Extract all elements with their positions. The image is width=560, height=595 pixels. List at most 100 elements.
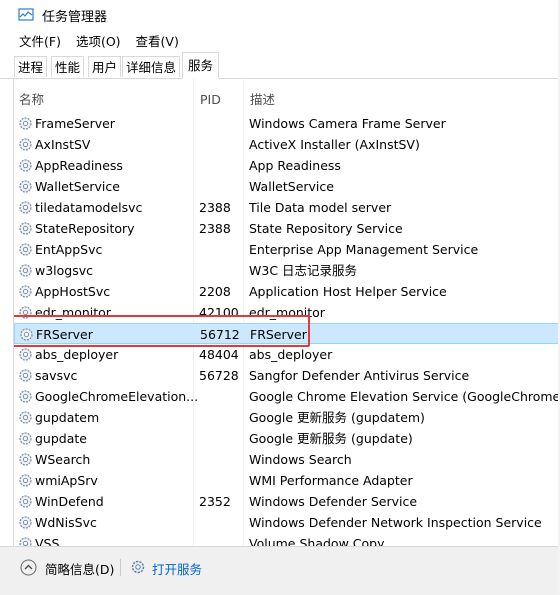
service-description: Sangfor Defender Antivirus Service	[249, 368, 470, 383]
service-gear-icon	[19, 243, 32, 256]
service-description: Windows Defender Service	[249, 494, 418, 509]
column-header-name[interactable]: 名称	[19, 88, 44, 112]
service-row[interactable]: GoogleChromeElevation... Google Chrome El…	[14, 386, 560, 407]
service-row[interactable]: VSS Volume Shadow Copy	[14, 533, 560, 546]
service-pid: 2208	[199, 284, 231, 299]
footer-bar: 简略信息(D) 打开服务	[0, 546, 560, 595]
service-name: WalletService	[35, 179, 120, 194]
service-name: WSearch	[35, 452, 91, 467]
service-row[interactable]: AppHostSvc 2208 Application Host Helper Se…	[14, 281, 560, 302]
service-description: Enterprise App Management Service	[249, 242, 479, 257]
service-gear-icon	[19, 453, 32, 466]
service-row[interactable]: WdNisSvc Windows Defender Network Inspect…	[14, 512, 560, 533]
highlight-annotation-box	[14, 315, 310, 347]
service-row[interactable]: tiledatamodelsvc 2388 Tile Data model serv…	[14, 197, 560, 218]
open-services-link[interactable]: 打开服务	[152, 559, 202, 578]
service-description: ActiveX Installer (AxInstSV)	[249, 137, 420, 152]
service-description: Windows Search	[249, 452, 352, 467]
service-description: Tile Data model server	[249, 200, 392, 215]
service-gear-icon	[19, 474, 32, 487]
service-gear-icon	[19, 537, 32, 546]
footer-divider	[120, 559, 121, 576]
service-gear-icon	[19, 516, 32, 529]
service-name: tiledatamodelsvc	[35, 200, 143, 215]
service-pid: 2388	[199, 221, 231, 236]
service-row[interactable]: EntAppSvc Enterprise App Management Servi…	[14, 239, 560, 260]
service-name: AppHostSvc	[35, 284, 111, 299]
column-header-pid[interactable]: PID	[200, 88, 221, 112]
column-headers: 名称 PID 描述	[14, 88, 560, 112]
service-description: Windows Camera Frame Server	[249, 116, 446, 131]
service-row[interactable]: StateRepository 2388 State Repository Serv…	[14, 218, 560, 239]
fewer-details-link[interactable]: 简略信息(D)	[45, 559, 114, 578]
service-description: W3C 日志记录服务	[249, 263, 358, 278]
service-row[interactable]: AppReadiness App Readiness	[14, 155, 560, 176]
service-row[interactable]: savsvc 56728 Sangfor Defender Antivirus Se…	[14, 365, 560, 386]
service-name: AxInstSV	[35, 137, 91, 152]
tab-processes[interactable]: 进程	[14, 56, 48, 77]
tab-users[interactable]: 用户	[88, 56, 122, 77]
menu-file[interactable]: 文件(F)	[19, 31, 67, 50]
service-gear-icon	[19, 180, 32, 193]
service-gear-icon	[19, 159, 32, 172]
service-description: Google 更新服务 (gupdate)	[249, 431, 413, 446]
service-name: gupdatem	[35, 410, 100, 425]
menu-bar: 文件(F) 选项(O) 查看(V)	[0, 30, 560, 51]
service-name: wmiApSrv	[35, 473, 98, 488]
service-row[interactable]: FrameServer Windows Camera Frame Server	[14, 113, 560, 134]
tab-bar: 进程 性能 用户 详细信息 服务	[0, 52, 560, 79]
service-pid: 56728	[199, 368, 239, 383]
menu-view[interactable]: 查看(V)	[136, 31, 185, 50]
tab-performance[interactable]: 性能	[51, 56, 85, 77]
service-name: WinDefend	[35, 494, 104, 509]
service-row[interactable]: WinDefend 2352 Windows Defender Service	[14, 491, 560, 512]
service-name: FrameServer	[35, 116, 115, 131]
service-gear-icon	[19, 264, 32, 277]
service-name: VSS	[35, 536, 60, 546]
column-header-description[interactable]: 描述	[250, 88, 275, 112]
service-name: EntAppSvc	[35, 242, 103, 257]
tab-services[interactable]: 服务	[182, 52, 220, 79]
service-row[interactable]: abs_deployer 48404 abs_deployer	[14, 344, 560, 365]
service-gear-icon	[19, 222, 32, 235]
service-name: savsvc	[35, 368, 78, 383]
service-gear-icon	[19, 432, 32, 445]
tab-details[interactable]: 详细信息	[122, 56, 181, 77]
service-name: gupdate	[35, 431, 87, 446]
service-row[interactable]: WSearch Windows Search	[14, 449, 560, 470]
service-pid: 2352	[199, 494, 231, 509]
service-row[interactable]: gupdate Google 更新服务 (gupdate)	[14, 428, 560, 449]
service-description: Volume Shadow Copy	[249, 536, 385, 546]
title-bar: 任务管理器	[0, 0, 560, 30]
service-description: Application Host Helper Service	[249, 284, 447, 299]
service-name: w3logsvc	[35, 263, 94, 278]
service-description: WMI Performance Adapter	[249, 473, 413, 488]
menu-options[interactable]: 选项(O)	[76, 31, 127, 50]
services-list: 名称 PID 描述 FrameServer Windows Camera Fram…	[13, 78, 560, 546]
chevron-up-icon[interactable]	[20, 559, 37, 576]
service-name: WdNisSvc	[35, 515, 97, 530]
service-name: GoogleChromeElevation...	[35, 389, 199, 404]
service-description: Windows Defender Network Inspection Serv…	[249, 515, 542, 530]
service-row[interactable]: w3logsvc W3C 日志记录服务	[14, 260, 560, 281]
service-gear-icon	[19, 348, 32, 361]
service-pid: 2388	[199, 200, 231, 215]
service-description: App Readiness	[249, 158, 341, 173]
service-gear-icon	[19, 495, 32, 508]
service-description: State Repository Service	[249, 221, 403, 236]
service-gear-icon	[19, 411, 32, 424]
service-description: Google 更新服务 (gupdatem)	[249, 410, 425, 425]
service-row[interactable]: gupdatem Google 更新服务 (gupdatem)	[14, 407, 560, 428]
service-row[interactable]: WalletService WalletService	[14, 176, 560, 197]
window-title: 任务管理器	[42, 9, 108, 25]
service-name: abs_deployer	[35, 347, 119, 362]
service-description: Google Chrome Elevation Service (GoogleC…	[249, 389, 560, 404]
service-description: abs_deployer	[249, 347, 333, 362]
service-name: AppReadiness	[35, 158, 123, 173]
service-row[interactable]: AxInstSV ActiveX Installer (AxInstSV)	[14, 134, 560, 155]
service-description: WalletService	[249, 179, 334, 194]
service-row[interactable]: wmiApSrv WMI Performance Adapter	[14, 470, 560, 491]
service-name: StateRepository	[35, 221, 135, 236]
task-manager-icon	[18, 8, 34, 21]
services-gear-icon	[131, 560, 145, 574]
